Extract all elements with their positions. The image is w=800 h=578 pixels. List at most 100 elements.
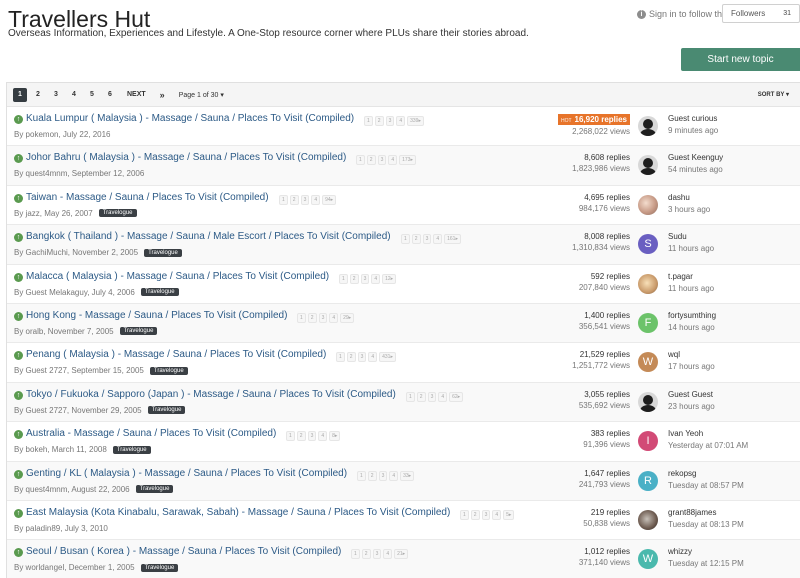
- topic-title-link[interactable]: Tokyo / Fukuoka / Sapporo (Japan ) - Mas…: [26, 389, 396, 400]
- topic-page-link[interactable]: 1: [351, 549, 360, 560]
- avatar[interactable]: [638, 509, 658, 530]
- topic-page-link[interactable]: 2: [346, 352, 356, 363]
- signin-to-follow-link[interactable]: i Sign in to follow this: [637, 9, 729, 19]
- topic-page-link[interactable]: 1: [401, 234, 410, 245]
- avatar[interactable]: [638, 155, 658, 176]
- topic-tag[interactable]: Travelogue: [119, 327, 158, 336]
- last-post-time[interactable]: 54 minutes ago: [668, 165, 723, 174]
- page-link-6[interactable]: 6: [103, 88, 117, 102]
- topic-tag[interactable]: Travelogue: [135, 485, 174, 494]
- topic-page-link[interactable]: 12▸: [382, 273, 397, 284]
- topic-page-link[interactable]: 2: [416, 391, 426, 402]
- last-post-time[interactable]: Tuesday at 12:15 PM: [668, 559, 744, 568]
- topic-page-link[interactable]: 5▸: [503, 509, 515, 520]
- topic-page-link[interactable]: 161▸: [444, 234, 461, 245]
- topic-page-link[interactable]: 2: [470, 509, 480, 520]
- topic-page-link[interactable]: 1: [297, 312, 306, 323]
- avatar[interactable]: [638, 194, 658, 215]
- topic-page-link[interactable]: 1: [356, 155, 365, 166]
- topic-page-link[interactable]: 2: [349, 273, 359, 284]
- topic-page-link[interactable]: 29▸: [340, 312, 355, 323]
- topic-page-link[interactable]: 4: [492, 509, 502, 520]
- topic-page-link[interactable]: 1: [406, 391, 415, 402]
- last-post-time[interactable]: 11 hours ago: [668, 244, 714, 253]
- avatar[interactable]: W: [638, 549, 658, 570]
- topic-page-link[interactable]: 2: [367, 470, 377, 481]
- topic-page-link[interactable]: 62▸: [449, 391, 464, 402]
- topic-page-link[interactable]: 3: [385, 116, 395, 126]
- topic-page-link[interactable]: 339▸: [407, 116, 424, 126]
- topic-page-link[interactable]: 4: [371, 273, 381, 284]
- topic-page-link[interactable]: 2: [411, 234, 421, 245]
- start-new-topic-button[interactable]: Start new topic: [681, 48, 800, 71]
- topic-title-link[interactable]: Johor Bahru ( Malaysia ) - Massage / Sau…: [26, 152, 346, 163]
- page-link-1[interactable]: 1: [13, 87, 27, 102]
- last-post-time[interactable]: Tuesday at 08:57 PM: [668, 481, 744, 490]
- topic-title-link[interactable]: Bangkok ( Thailand ) - Massage / Sauna /…: [26, 231, 391, 242]
- page-link-2[interactable]: 2: [31, 88, 45, 102]
- last-post-time[interactable]: 14 hours ago: [668, 323, 715, 332]
- topic-page-link[interactable]: 4: [438, 391, 448, 402]
- topic-title-link[interactable]: East Malaysia (Kota Kinabalu, Sarawak, S…: [26, 507, 450, 518]
- topic-page-link[interactable]: 4: [433, 234, 443, 245]
- avatar[interactable]: R: [638, 470, 658, 491]
- last-post-time[interactable]: 3 hours ago: [668, 205, 710, 214]
- topic-page-link[interactable]: 3: [300, 194, 310, 205]
- topic-page-link[interactable]: 2: [366, 155, 376, 166]
- last-page-link[interactable]: »: [160, 90, 165, 100]
- topic-page-link[interactable]: 4: [318, 431, 328, 442]
- avatar[interactable]: W: [638, 352, 658, 373]
- page-link-3[interactable]: 3: [49, 88, 63, 102]
- topic-page-link[interactable]: 4: [396, 116, 406, 126]
- avatar[interactable]: [638, 391, 658, 412]
- topic-page-link[interactable]: 173▸: [399, 155, 416, 166]
- topic-page-link[interactable]: 431▸: [379, 352, 396, 363]
- topic-page-link[interactable]: 1: [460, 509, 469, 520]
- avatar[interactable]: I: [638, 431, 658, 452]
- last-poster-link[interactable]: whizzy: [668, 547, 692, 556]
- last-poster-link[interactable]: Guest Keenguy: [668, 153, 723, 162]
- topic-tag[interactable]: Travelogue: [140, 563, 179, 572]
- topic-page-link[interactable]: 21▸: [394, 549, 409, 560]
- topic-title-link[interactable]: Australia - Massage / Sauna / Places To …: [26, 428, 276, 439]
- topic-page-link[interactable]: 1: [357, 470, 366, 481]
- topic-page-link[interactable]: 3: [372, 549, 382, 560]
- last-post-time[interactable]: 11 hours ago: [668, 284, 714, 293]
- page-link-5[interactable]: 5: [85, 88, 99, 102]
- topic-page-link[interactable]: 4: [383, 549, 393, 560]
- topic-page-link[interactable]: 2: [361, 549, 371, 560]
- topic-title-link[interactable]: Genting / KL ( Malaysia ) - Massage / Sa…: [26, 468, 347, 479]
- last-poster-link[interactable]: rekopsg: [668, 469, 696, 478]
- topic-page-link[interactable]: 1: [364, 116, 373, 126]
- topic-page-link[interactable]: 2: [289, 194, 299, 205]
- last-post-time[interactable]: 9 minutes ago: [668, 126, 718, 135]
- topic-page-link[interactable]: 1: [339, 273, 348, 284]
- topic-title-link[interactable]: Malacca ( Malaysia ) - Massage / Sauna /…: [26, 271, 329, 282]
- topic-page-link[interactable]: 8▸: [329, 431, 341, 442]
- topic-page-link[interactable]: 3: [357, 352, 367, 363]
- followers-button[interactable]: Followers 31: [722, 4, 800, 23]
- topic-page-link[interactable]: 4: [368, 352, 378, 363]
- topic-page-link[interactable]: 3: [377, 155, 387, 166]
- topic-page-link[interactable]: 3: [360, 273, 370, 284]
- topic-page-link[interactable]: 1: [286, 431, 295, 442]
- last-poster-link[interactable]: dashu: [668, 193, 690, 202]
- topic-title-link[interactable]: Penang ( Malaysia ) - Massage / Sauna / …: [26, 349, 326, 360]
- last-post-time[interactable]: Yesterday at 07:01 AM: [668, 441, 748, 450]
- sort-by-dropdown[interactable]: SORT BY ▾: [758, 91, 789, 98]
- topic-tag[interactable]: Travelogue: [149, 366, 188, 375]
- topic-page-link[interactable]: 1: [279, 194, 288, 205]
- last-poster-link[interactable]: grant88james: [668, 508, 716, 517]
- topic-page-link[interactable]: 3: [378, 470, 388, 481]
- last-post-time[interactable]: Tuesday at 08:13 PM: [668, 520, 744, 529]
- topic-page-link[interactable]: 2: [374, 116, 384, 126]
- next-page-link[interactable]: NEXT: [127, 91, 146, 98]
- last-poster-link[interactable]: Sudu: [668, 232, 687, 241]
- topic-page-link[interactable]: 4: [389, 470, 399, 481]
- topic-tag[interactable]: Travelogue: [112, 445, 151, 454]
- topic-tag[interactable]: Travelogue: [147, 406, 186, 415]
- topic-page-link[interactable]: 2: [296, 431, 306, 442]
- topic-title-link[interactable]: Kuala Lumpur ( Malaysia ) - Massage / Sa…: [26, 113, 354, 124]
- topic-page-link[interactable]: 4: [329, 312, 339, 323]
- topic-page-link[interactable]: 3: [318, 312, 328, 323]
